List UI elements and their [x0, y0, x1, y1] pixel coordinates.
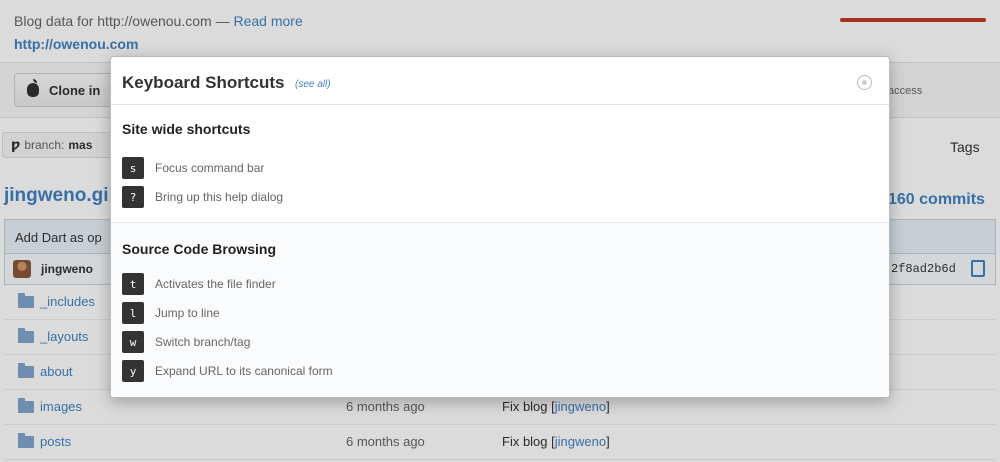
dialog-header: Keyboard Shortcuts (see all): [111, 57, 889, 105]
shortcut-row: ? Bring up this help dialog: [122, 186, 822, 210]
shortcut-row: y Expand URL to its canonical form: [122, 360, 822, 384]
see-all-link[interactable]: (see all): [295, 79, 331, 90]
shortcut-row: t Activates the file finder: [122, 273, 822, 297]
shortcut-description: Bring up this help dialog: [155, 190, 284, 204]
shortcut-description: Jump to line: [155, 306, 220, 320]
shortcut-row: w Switch branch/tag: [122, 331, 822, 355]
shortcut-key: t: [122, 273, 144, 295]
shortcut-description: Expand URL to its canonical form: [155, 364, 333, 378]
close-icon[interactable]: [857, 75, 872, 90]
source-code-browsing-section: Source Code Browsing t Activates the fil…: [111, 223, 889, 397]
shortcut-description: Activates the file finder: [155, 277, 276, 291]
shortcut-description: Switch branch/tag: [155, 335, 251, 349]
shortcut-key: l: [122, 302, 144, 324]
shortcut-key: y: [122, 360, 144, 382]
shortcut-key: w: [122, 331, 144, 353]
shortcut-row: l Jump to line: [122, 302, 822, 326]
site-wide-shortcuts-section: Site wide shortcuts s Focus command bar …: [111, 105, 889, 223]
section-title: Source Code Browsing: [122, 241, 277, 257]
keyboard-shortcuts-dialog: Keyboard Shortcuts (see all) Site wide s…: [110, 56, 890, 398]
dialog-title: Keyboard Shortcuts: [122, 73, 285, 92]
shortcut-key: s: [122, 157, 144, 179]
shortcut-key: ?: [122, 186, 144, 208]
section-title: Site wide shortcuts: [122, 121, 251, 137]
shortcut-row: s Focus command bar: [122, 157, 822, 181]
shortcut-description: Focus command bar: [155, 161, 265, 175]
